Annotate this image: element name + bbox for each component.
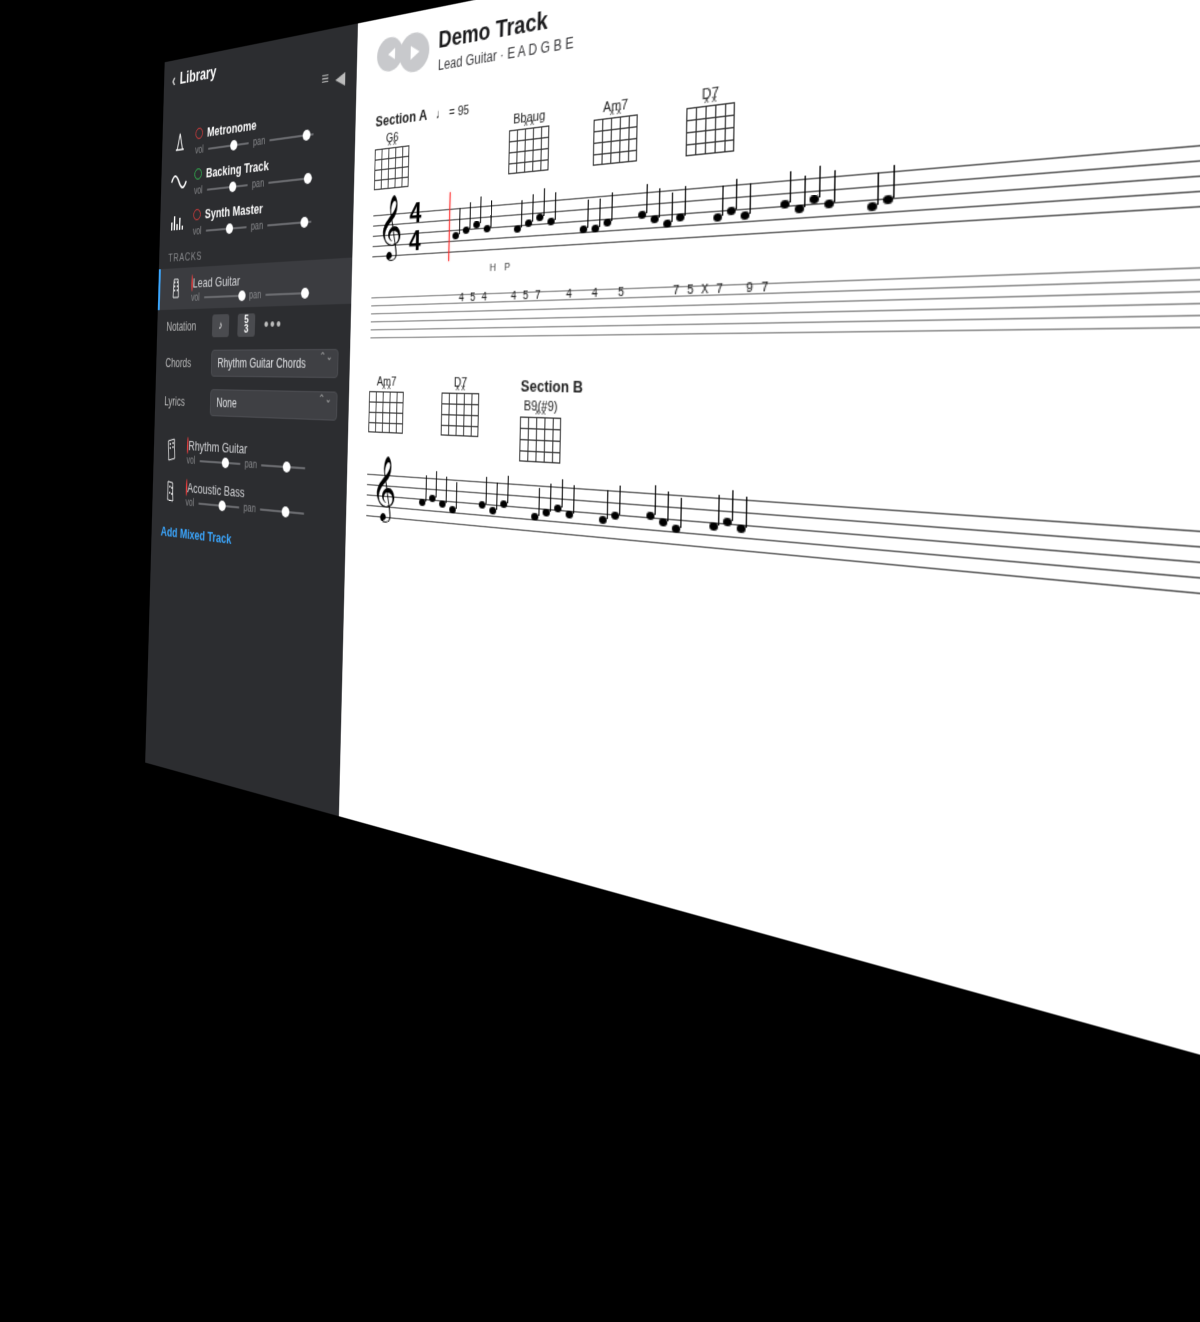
time-signature: 44 <box>409 200 422 257</box>
chord-diagram: D7 <box>685 83 735 157</box>
more-options-icon[interactable]: ••• <box>264 313 283 336</box>
pan-slider[interactable] <box>266 285 311 302</box>
section-a-label: Section A ♩ = 95 <box>375 100 469 131</box>
pan-label: pan <box>244 458 257 471</box>
list-view-icon[interactable]: ≡ <box>321 70 329 93</box>
chord-diagram: Am7 <box>593 96 638 166</box>
pan-slider[interactable] <box>260 502 305 522</box>
chord-diagram: D7 <box>441 376 480 437</box>
sidebar: ‹ Library ≡ ◀ Metronome vol <box>145 23 358 816</box>
pan-label: pan <box>249 289 262 301</box>
lyrics-select[interactable]: None <box>210 389 338 421</box>
bass-head-icon <box>161 478 179 506</box>
record-arm-toggle[interactable] <box>193 209 201 221</box>
guitar-head-icon <box>167 276 185 303</box>
notation-label: Notation <box>166 319 204 334</box>
notation-tab-button[interactable]: 5 3 <box>237 313 255 337</box>
notation-standard-button[interactable]: ♪ <box>212 314 229 337</box>
notation-control-row: Notation ♪ 5 3 ••• <box>157 304 351 344</box>
pan-slider[interactable] <box>267 214 312 233</box>
chord-diagram: Bbaug <box>508 108 550 175</box>
pan-label: pan <box>253 135 266 148</box>
vol-slider[interactable] <box>199 454 240 471</box>
chord-diagram: B9(#9) <box>519 399 561 464</box>
score-pane: Demo Track Lead Guitar · E A D G B E Sec… <box>339 0 1200 1322</box>
chord-diagram: G6 <box>374 129 410 190</box>
vol-label: vol <box>186 455 195 467</box>
vol-label: vol <box>193 225 202 237</box>
collapse-panel-icon[interactable]: ◀ <box>335 67 345 91</box>
chords-label: Chords <box>165 356 203 370</box>
vol-label: vol <box>185 497 194 509</box>
metronome-icon <box>171 127 189 156</box>
vol-label: vol <box>195 144 204 156</box>
chevron-left-icon: ‹ <box>172 70 176 92</box>
wave-icon <box>170 168 188 196</box>
chord-diagram: Am7 <box>368 375 404 434</box>
chords-select[interactable]: Rhythm Guitar Chords <box>211 349 339 378</box>
vol-slider[interactable] <box>198 496 239 515</box>
vol-slider[interactable] <box>207 178 248 197</box>
chords-control-row: Chords Rhythm Guitar Chords <box>156 342 351 385</box>
vol-label: vol <box>194 185 203 197</box>
tempo-marking: ♩ = 95 <box>436 103 469 122</box>
guitar-head-icon <box>163 437 181 464</box>
pan-label: pan <box>252 177 265 190</box>
record-arm-toggle[interactable] <box>194 168 202 180</box>
pan-label: pan <box>243 502 256 515</box>
standard-notation-staff: 𝄞 <box>366 464 1200 709</box>
vol-slider[interactable] <box>205 220 246 238</box>
bars-icon <box>169 208 187 236</box>
vol-slider[interactable] <box>204 288 245 304</box>
pan-slider[interactable] <box>268 170 313 190</box>
section-b-label: Section B <box>520 376 583 396</box>
treble-clef-icon: 𝄞 <box>371 456 397 523</box>
pan-label: pan <box>251 220 264 233</box>
lyrics-label: Lyrics <box>164 394 202 409</box>
nav-back-label: Library <box>180 64 217 89</box>
vol-label: vol <box>191 292 200 304</box>
record-arm-toggle[interactable] <box>195 127 203 139</box>
play-button[interactable] <box>399 30 430 75</box>
pan-slider[interactable] <box>261 458 306 476</box>
treble-clef-icon: 𝄞 <box>377 194 403 260</box>
